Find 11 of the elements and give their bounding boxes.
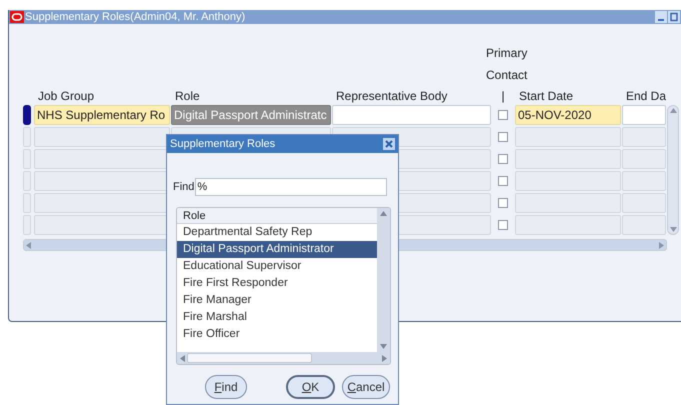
column-heading: | bbox=[500, 88, 506, 104]
find-label: Find bbox=[173, 180, 194, 195]
list-heading: Role bbox=[177, 208, 377, 224]
column-heading: Representative Body bbox=[335, 88, 448, 104]
column-heading: Job Group bbox=[37, 88, 96, 104]
column-heading: End Da bbox=[625, 88, 666, 104]
column-heading: Start Date bbox=[518, 88, 574, 104]
column-heading: Role bbox=[174, 88, 201, 104]
dialog-title: Supplementary Roles bbox=[170, 136, 276, 152]
window-title: Supplementary Roles(Admin04, Mr. Anthony) bbox=[25, 12, 246, 22]
column-heading: Primary Contact bbox=[486, 45, 528, 84]
